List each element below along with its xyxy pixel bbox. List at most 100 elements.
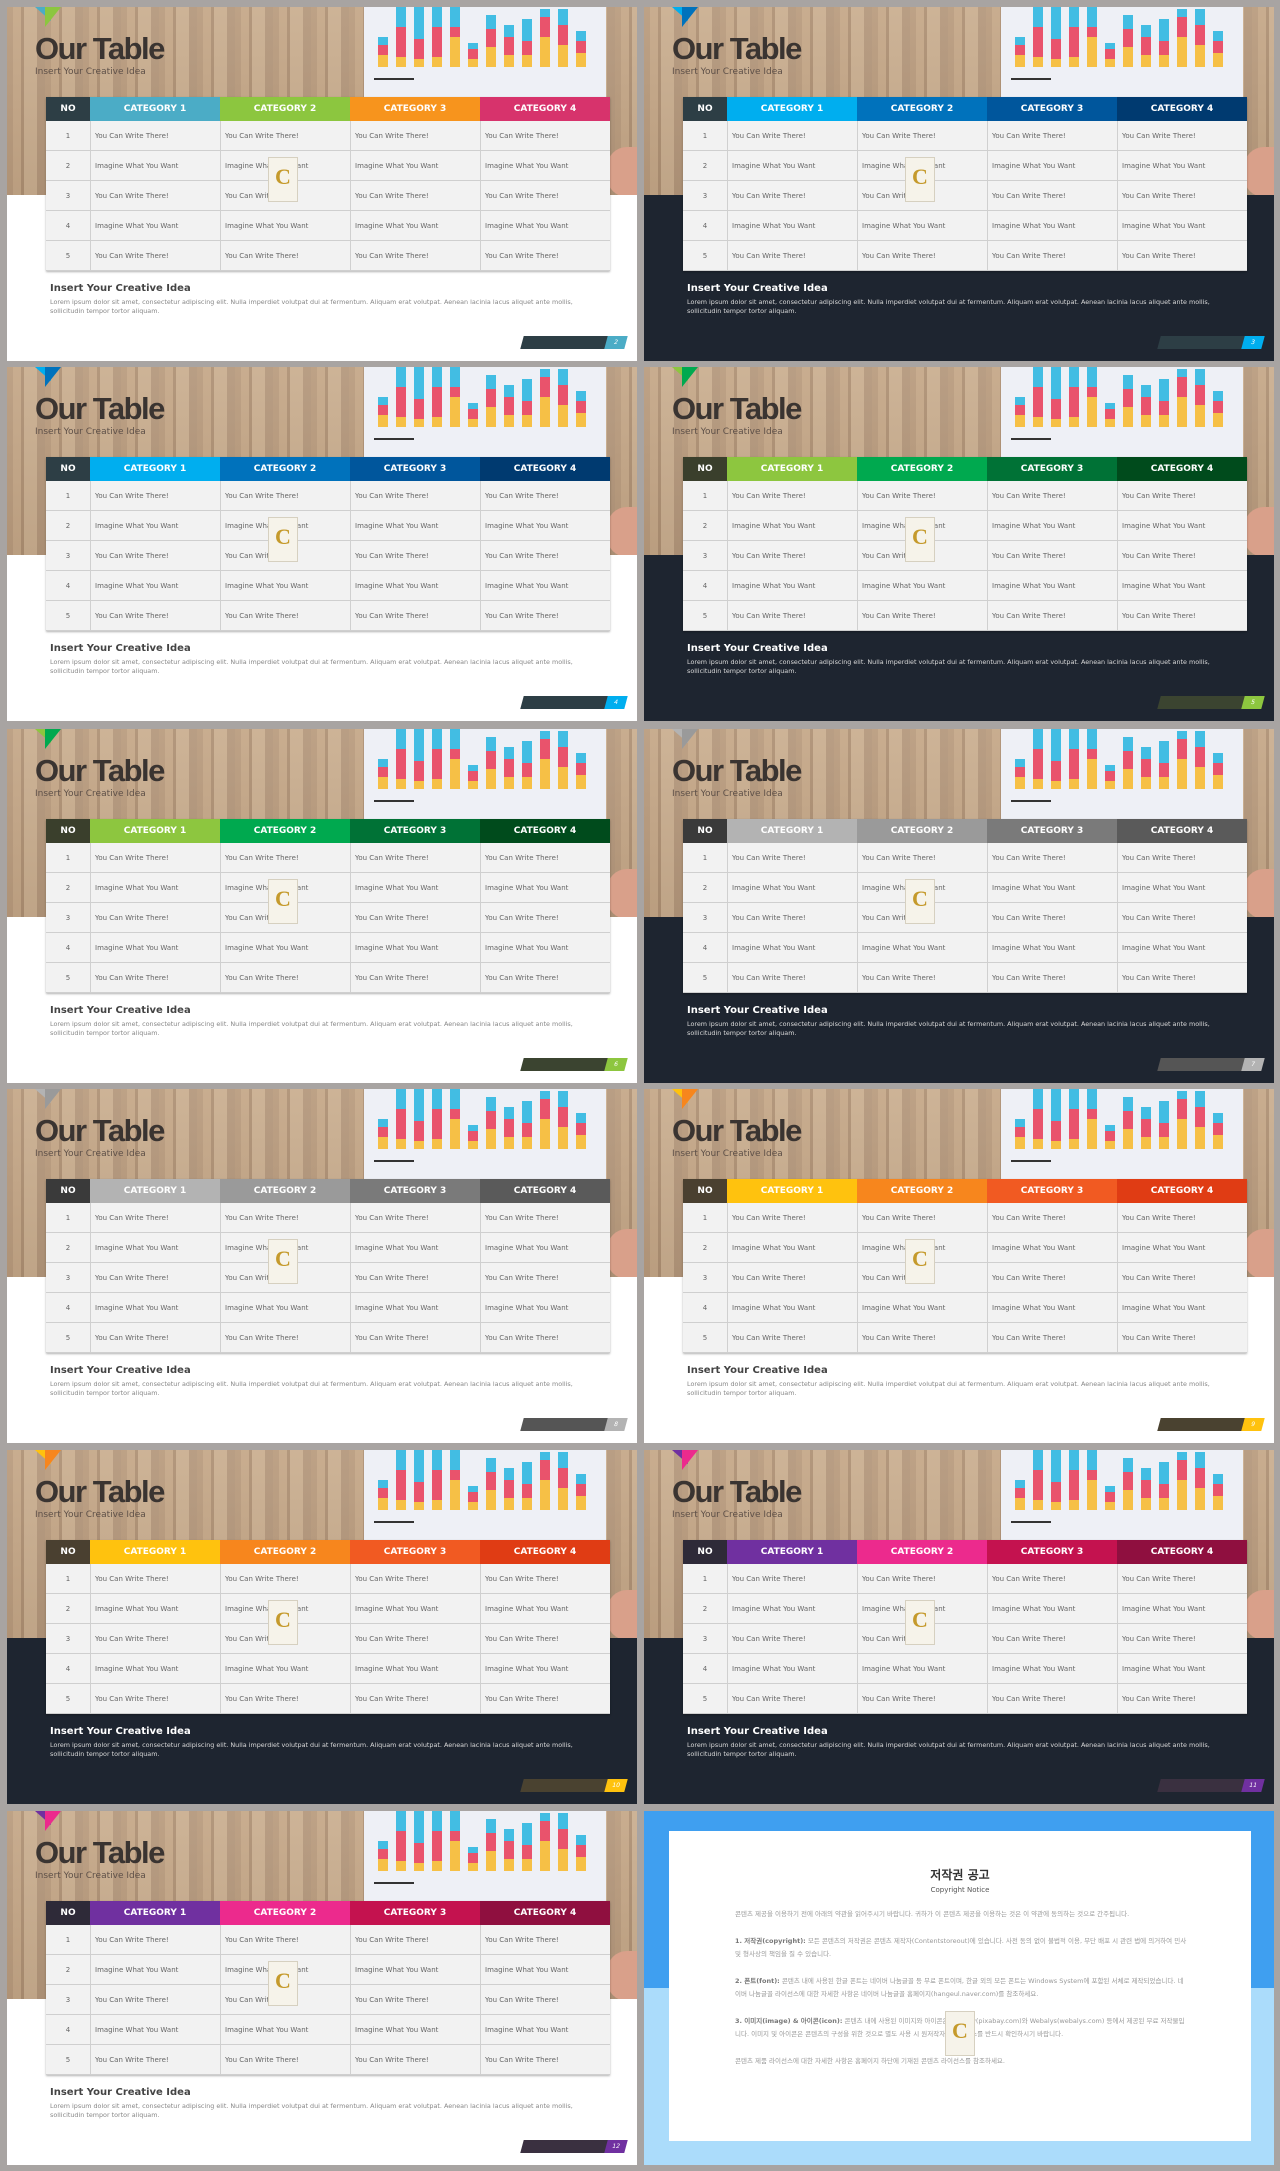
page-bar bbox=[1157, 696, 1249, 709]
photo-bar bbox=[432, 367, 442, 387]
table-cell: You Can Write There! bbox=[1117, 1323, 1247, 1352]
table-cell: You Can Write There! bbox=[1117, 121, 1247, 150]
photo-bar bbox=[1069, 1500, 1079, 1510]
table-cell: You Can Write There! bbox=[480, 541, 610, 570]
table-cell: Imagine What You Want bbox=[1117, 1293, 1247, 1322]
photo-bar bbox=[450, 1841, 460, 1871]
photo-bar bbox=[1159, 1101, 1169, 1123]
table-cell: Imagine What You Want bbox=[727, 511, 857, 540]
table-slide[interactable]: Our Table Insert Your Creative Idea NO CA… bbox=[644, 729, 1274, 1083]
photo-bar bbox=[450, 1480, 460, 1510]
photo-bar bbox=[522, 1462, 532, 1484]
photo-bar bbox=[1033, 729, 1043, 749]
table-cell: You Can Write There! bbox=[987, 963, 1117, 992]
photo-bar bbox=[378, 1119, 388, 1127]
page-bar bbox=[520, 1058, 612, 1071]
table-cell: You Can Write There! bbox=[1117, 1263, 1247, 1292]
table-cell: You Can Write There! bbox=[480, 1684, 610, 1713]
table-cell: 5 bbox=[65, 251, 71, 260]
table-slide[interactable]: Our Table Insert Your Creative Idea NO CA… bbox=[7, 1450, 637, 1804]
photo-bar bbox=[504, 759, 514, 777]
photo-bar bbox=[378, 1127, 388, 1137]
photo-bar bbox=[1213, 1123, 1223, 1135]
photo-bar bbox=[486, 1458, 496, 1472]
table-cell: 2 bbox=[65, 161, 71, 170]
photo-bar bbox=[558, 385, 568, 405]
table-slide[interactable]: Our Table Insert Your Creative Idea NO CA… bbox=[7, 7, 637, 361]
photo-bar bbox=[540, 1821, 550, 1841]
photo-bar bbox=[540, 1841, 550, 1871]
photo-bar bbox=[1033, 7, 1043, 27]
table-cell: 2 bbox=[65, 521, 71, 530]
table-slide[interactable]: Our Table Insert Your Creative Idea NO CA… bbox=[7, 367, 637, 721]
table-row: 4 Imagine What You Want Imagine What You W… bbox=[683, 1654, 1247, 1684]
photo-bar bbox=[1195, 1488, 1205, 1510]
page-number: 6 bbox=[604, 1058, 628, 1071]
photo-bar bbox=[450, 387, 460, 397]
table-slide[interactable]: Our Table Insert Your Creative Idea NO CA… bbox=[644, 1089, 1274, 1443]
table-cell: You Can Write There! bbox=[857, 241, 987, 270]
photo-bar bbox=[1195, 45, 1205, 67]
photo-bar bbox=[522, 41, 532, 55]
photo-bar bbox=[432, 1831, 442, 1861]
body-text: Lorem ipsum dolor sit amet, consectetur … bbox=[687, 1741, 1210, 1758]
table-cell: Imagine What You Want bbox=[350, 1654, 480, 1683]
column-header: CATEGORY 1 bbox=[727, 819, 857, 843]
table-cell: Imagine What You Want bbox=[480, 1233, 610, 1262]
table-row: 3 You Can Write There! You Can Write There… bbox=[683, 541, 1247, 571]
table-slide[interactable]: Our Table Insert Your Creative Idea NO CA… bbox=[644, 1450, 1274, 1804]
photo-bar bbox=[414, 419, 424, 427]
copyright-item: 2. 폰트(font): 콘텐츠 내에 사용된 한글 폰트는 네이버 나눔글꼴 … bbox=[735, 1975, 1188, 2001]
body-text: Lorem ipsum dolor sit amet, consectetur … bbox=[687, 298, 1210, 315]
photo-bar bbox=[396, 749, 406, 779]
photo-bar bbox=[1141, 25, 1151, 37]
photo-bar bbox=[1033, 1109, 1043, 1139]
copyright-slide[interactable]: 저작권 공고 Copyright Notice 콘텐츠 제공을 이용하기 전에 … bbox=[644, 1811, 1274, 2165]
body-text: Lorem ipsum dolor sit amet, consectetur … bbox=[687, 658, 1210, 675]
table-cell: You Can Write There! bbox=[857, 601, 987, 630]
table-cell: Imagine What You Want bbox=[90, 933, 220, 962]
photo-bar bbox=[1177, 1099, 1187, 1119]
table-row: 1 You Can Write There! You Can Write There… bbox=[683, 1203, 1247, 1233]
photo-bar bbox=[522, 55, 532, 67]
photo-bar bbox=[414, 39, 424, 59]
photo-bar bbox=[468, 419, 478, 427]
table-row: 5 You Can Write There! You Can Write There… bbox=[683, 241, 1247, 271]
photo-bar bbox=[558, 45, 568, 67]
photo-bar bbox=[1069, 1089, 1079, 1109]
photo-bar bbox=[378, 405, 388, 415]
slide-title: Our Table bbox=[35, 31, 165, 66]
column-header: CATEGORY 2 bbox=[857, 97, 987, 121]
photo-bar bbox=[576, 53, 586, 67]
table-row: 4 Imagine What You Want Imagine What You W… bbox=[46, 571, 610, 601]
photo-bar bbox=[1123, 47, 1133, 67]
page-number: 4 bbox=[604, 696, 628, 709]
photo-bar bbox=[504, 1859, 514, 1871]
table-slide[interactable]: Our Table Insert Your Creative Idea NO CA… bbox=[7, 729, 637, 1083]
table-slide[interactable]: Our Table Insert Your Creative Idea NO CA… bbox=[644, 367, 1274, 721]
table-slide[interactable]: Our Table Insert Your Creative Idea NO CA… bbox=[7, 1089, 637, 1443]
table-cell: You Can Write There! bbox=[1117, 541, 1247, 570]
column-header: CATEGORY 3 bbox=[987, 1179, 1117, 1203]
table-slide[interactable]: Our Table Insert Your Creative Idea NO CA… bbox=[7, 1811, 637, 2165]
table-cell: 1 bbox=[702, 1574, 708, 1583]
table-row: 4 Imagine What You Want Imagine What You W… bbox=[683, 571, 1247, 601]
table-cell: You Can Write There! bbox=[987, 181, 1117, 210]
photo-bar bbox=[486, 737, 496, 751]
photo-bar bbox=[1213, 1474, 1223, 1484]
photo-bar bbox=[1141, 397, 1151, 415]
photo-bar bbox=[1087, 749, 1097, 759]
table-slide[interactable]: Our Table Insert Your Creative Idea NO CA… bbox=[644, 7, 1274, 361]
hand-photo bbox=[1244, 507, 1274, 557]
photo-bar bbox=[1087, 397, 1097, 427]
copyright-item: 1. 저작권(copyright): 모든 콘텐츠의 저작권은 콘텐츠 제작자(… bbox=[735, 1935, 1188, 1961]
column-header: CATEGORY 1 bbox=[727, 1540, 857, 1564]
photo-bar bbox=[540, 37, 550, 67]
photo-bar bbox=[576, 1113, 586, 1123]
column-header: CATEGORY 3 bbox=[987, 819, 1117, 843]
photo-bar bbox=[432, 1089, 442, 1109]
photo-bar bbox=[378, 1849, 388, 1859]
photo-bar bbox=[1015, 1488, 1025, 1498]
photo-bar bbox=[576, 753, 586, 763]
column-header: CATEGORY 2 bbox=[220, 97, 350, 121]
